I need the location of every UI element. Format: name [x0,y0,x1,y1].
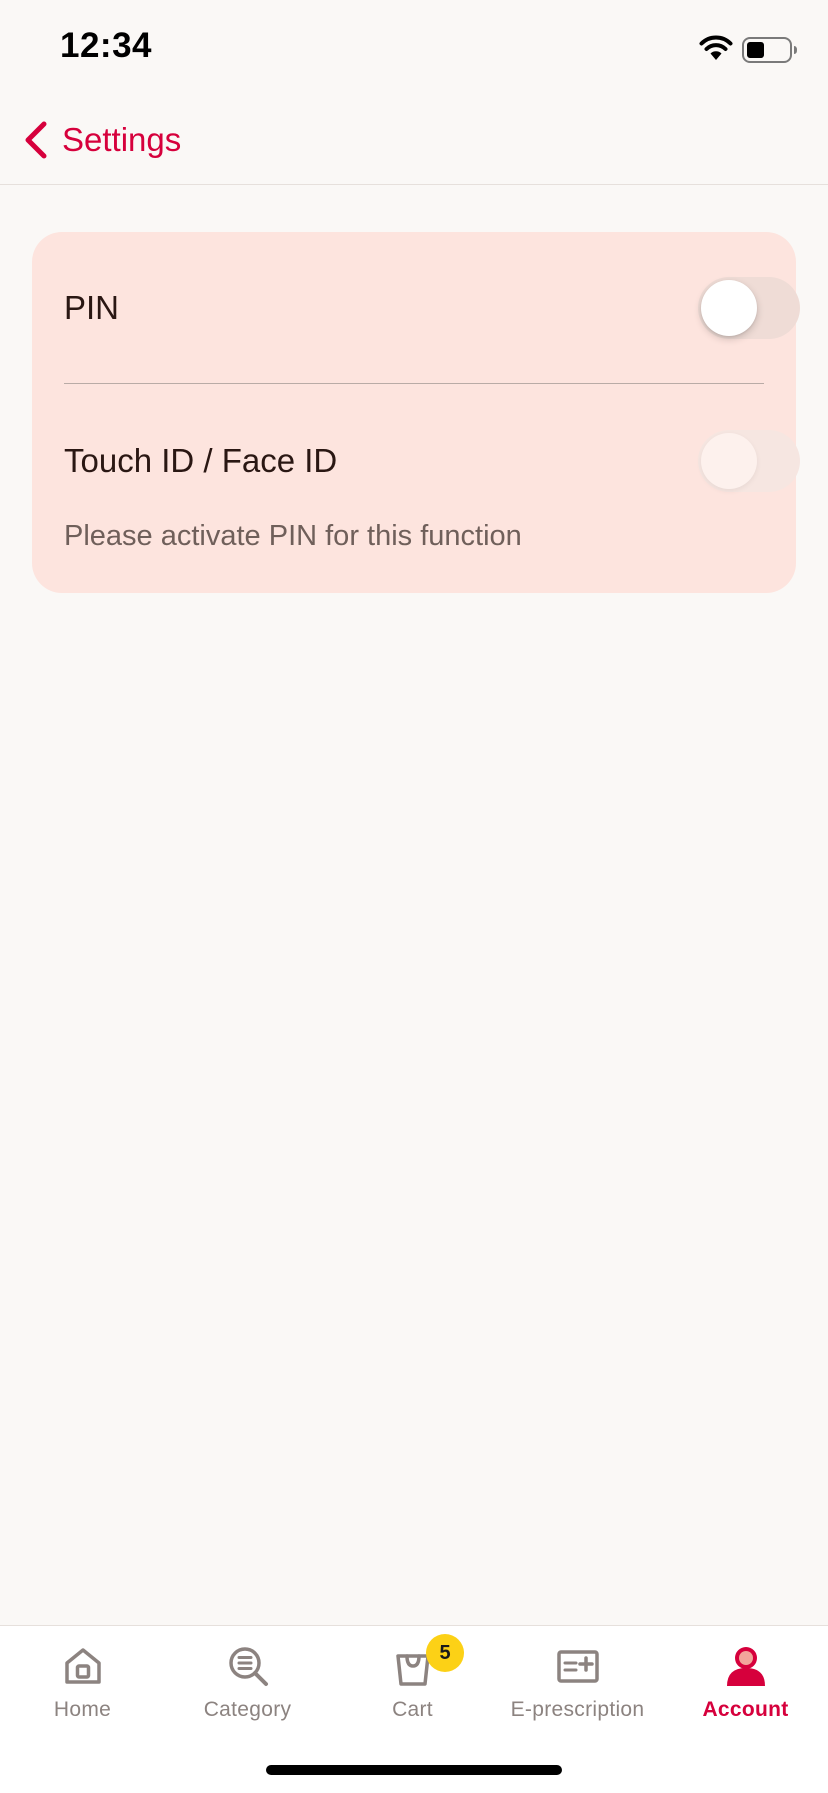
tab-category[interactable]: Category [165,1626,330,1736]
back-button[interactable]: Settings [22,114,181,166]
pin-row: PIN [32,268,800,348]
category-search-icon [228,1647,268,1686]
status-bar: 12:34 [0,0,828,96]
divider [64,383,764,384]
tab-account-label: Account [702,1698,789,1721]
battery-icon [742,37,797,63]
tab-home[interactable]: Home [0,1626,165,1736]
tab-cart-label: Cart [392,1698,433,1721]
user-icon [726,1647,765,1686]
tab-cart[interactable]: 5 Cart [330,1626,495,1736]
tab-e-prescription[interactable]: E-prescription [495,1626,660,1736]
tab-account[interactable]: Account [663,1626,828,1736]
back-label: Settings [62,121,182,158]
prescription-icon [556,1650,599,1683]
pin-toggle-knob [701,280,757,336]
chevron-left-icon [25,121,47,159]
tab-e-prescription-label: E-prescription [510,1698,645,1721]
navigation-bar: Settings [0,96,828,185]
home-icon [64,1648,101,1684]
biometric-label: Touch ID / Face ID [64,442,338,479]
home-indicator [266,1765,562,1775]
biometric-toggle-knob [701,433,757,489]
status-time: 12:34 [60,26,153,65]
wifi-icon [699,35,733,60]
biometric-toggle[interactable] [698,430,800,492]
pin-toggle[interactable] [698,277,800,339]
pin-label: PIN [64,289,120,326]
tab-home-label: Home [53,1698,112,1721]
tab-category-label: Category [203,1698,292,1721]
biometric-row: Touch ID / Face ID [32,421,800,501]
cart-count-badge: 5 [426,1634,464,1672]
biometric-helper-text: Please activate PIN for this function [64,520,522,552]
